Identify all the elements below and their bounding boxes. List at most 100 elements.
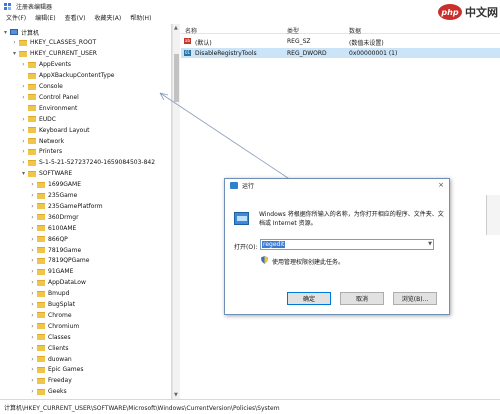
collapsed-arrow-icon[interactable]: › <box>20 148 27 155</box>
value-row[interactable]: ab (默认) REG_SZ (数值未设置) <box>181 36 500 47</box>
tree-item[interactable]: › Console <box>20 82 63 92</box>
tree-item-label: SOFTWARE <box>39 170 73 178</box>
tree-item[interactable]: ▾ 计算机 <box>2 27 39 37</box>
ok-button[interactable]: 确定 <box>287 292 331 305</box>
collapsed-arrow-icon[interactable]: › <box>29 301 36 308</box>
collapsed-arrow-icon[interactable]: › <box>29 312 36 319</box>
tree-item[interactable]: › 1699GAME <box>29 180 81 190</box>
column-type[interactable]: 类型 <box>287 26 299 35</box>
menu-item[interactable]: 帮助(H) <box>130 13 151 22</box>
expanded-arrow-icon[interactable]: ▾ <box>2 29 9 36</box>
open-input-value[interactable]: regedit <box>262 241 286 248</box>
collapsed-arrow-icon[interactable]: › <box>11 39 18 46</box>
tree-item[interactable]: Environment <box>20 103 77 113</box>
tree-item[interactable]: › 360Drmgr <box>29 212 78 222</box>
scroll-down-icon[interactable]: ▼ <box>174 392 178 398</box>
collapsed-arrow-icon[interactable]: › <box>29 279 36 286</box>
collapsed-arrow-icon[interactable]: › <box>20 138 27 145</box>
collapsed-arrow-icon[interactable]: › <box>20 94 27 101</box>
tree-item[interactable]: › Bmupd <box>29 289 69 299</box>
collapsed-arrow-icon[interactable]: › <box>29 247 36 254</box>
tree-item[interactable]: › Chrome <box>29 310 71 320</box>
tree-item[interactable]: › duowan <box>29 354 72 364</box>
tree-scrollbar[interactable]: ▲ ▼ <box>172 24 180 399</box>
value-type: REG_DWORD <box>287 50 327 57</box>
tree-item[interactable]: ▾ SOFTWARE <box>20 169 72 179</box>
collapsed-arrow-icon[interactable]: › <box>20 127 27 134</box>
collapsed-arrow-icon[interactable]: › <box>29 377 36 384</box>
tree-item[interactable]: › Printers <box>20 147 62 157</box>
expanded-arrow-icon[interactable]: ▾ <box>11 50 18 57</box>
tree-item[interactable]: › HKEY_CLASSES_ROOT <box>11 38 96 48</box>
background-window-edge <box>486 195 500 235</box>
collapsed-arrow-icon[interactable]: › <box>29 268 36 275</box>
tree-item[interactable]: ▾ HKEY_CURRENT_USER <box>11 49 97 59</box>
tree-item[interactable]: › Classes <box>29 332 71 342</box>
collapsed-arrow-icon[interactable]: › <box>20 83 27 90</box>
tree-item[interactable]: › Geeks <box>29 387 66 397</box>
menu-bar: 文件(F) 编辑(E) 查看(V) 收藏夹(A) 帮助(H) <box>0 12 500 23</box>
tree-item[interactable]: › Clients <box>29 343 68 353</box>
collapsed-arrow-icon[interactable]: › <box>29 214 36 221</box>
tree-item[interactable]: › 7819QPGame <box>29 256 89 266</box>
menu-item[interactable]: 收藏夹(A) <box>94 13 121 22</box>
tree-item[interactable]: › S-1-5-21-527237240-1659084503-842 <box>20 158 155 168</box>
menu-item[interactable]: 查看(V) <box>65 13 86 22</box>
collapsed-arrow-icon[interactable]: › <box>20 159 27 166</box>
column-name[interactable]: 名称 <box>185 26 197 35</box>
open-input[interactable]: regedit ▼ <box>260 239 434 250</box>
collapsed-arrow-icon[interactable]: › <box>20 116 27 123</box>
tree-item[interactable]: › 7819Game <box>29 245 81 255</box>
watermark-text: 中文网 <box>465 6 498 19</box>
collapsed-arrow-icon[interactable]: › <box>29 366 36 373</box>
collapsed-arrow-icon[interactable]: › <box>29 225 36 232</box>
collapsed-arrow-icon[interactable]: › <box>29 192 36 199</box>
tree-item[interactable]: › BugSplat <box>29 300 75 310</box>
column-data[interactable]: 数据 <box>349 26 361 35</box>
tree-item[interactable]: › Chromium <box>29 321 79 331</box>
tree-item[interactable]: › Control Panel <box>20 92 79 102</box>
tree-item[interactable]: › 866QP <box>29 234 68 244</box>
chevron-down-icon[interactable]: ▼ <box>428 241 432 247</box>
tree-item-label: Classes <box>48 333 71 341</box>
tree-item-label: Bmupd <box>48 290 70 298</box>
tree-item[interactable]: › Network <box>20 136 64 146</box>
collapsed-arrow-icon[interactable]: › <box>29 334 36 341</box>
collapsed-arrow-icon[interactable]: › <box>29 388 36 395</box>
tree-item[interactable]: › 235Game <box>29 191 77 201</box>
collapsed-arrow-icon[interactable]: › <box>29 345 36 352</box>
collapsed-arrow-icon[interactable]: › <box>29 203 36 210</box>
tree-item[interactable]: › EUDC <box>20 114 56 124</box>
tree-item[interactable]: › Epic Games <box>29 365 83 375</box>
tree-item[interactable]: › AppEvents <box>20 60 71 70</box>
cancel-button[interactable]: 取消 <box>340 292 384 305</box>
tree-item-label: duowan <box>48 355 72 363</box>
tree-item[interactable]: › AppDataLow <box>29 278 86 288</box>
tree-item[interactable]: › 91GAME <box>29 267 73 277</box>
tree-item-label: 235Game <box>48 192 78 199</box>
tree-item[interactable]: › Freeday <box>29 376 71 386</box>
close-icon[interactable]: × <box>438 181 444 189</box>
tree-item[interactable]: › 235GamePlatform <box>29 201 102 211</box>
collapsed-arrow-icon[interactable]: › <box>29 181 36 188</box>
registry-tree[interactable]: ▾ 计算机 › HKEY_CLASSES_ROOT ▾ HKEY_CURRENT_USER… <box>0 24 172 399</box>
scroll-up-icon[interactable]: ▲ <box>174 25 178 31</box>
tree-item[interactable]: › Keyboard Layout <box>20 125 89 135</box>
collapsed-arrow-icon[interactable]: › <box>20 61 27 68</box>
tree-item-label: 7819Game <box>48 246 82 254</box>
folder-icon <box>37 247 45 253</box>
tree-item[interactable]: AppXBackupContentType <box>20 71 114 81</box>
scrollbar-thumb[interactable] <box>174 54 179 102</box>
collapsed-arrow-icon[interactable]: › <box>29 356 36 363</box>
collapsed-arrow-icon[interactable]: › <box>29 290 36 297</box>
collapsed-arrow-icon[interactable]: › <box>29 323 36 330</box>
menu-item[interactable]: 编辑(E) <box>35 13 55 22</box>
menu-item[interactable]: 文件(F) <box>6 13 26 22</box>
browse-button[interactable]: 浏览(B)... <box>393 292 437 305</box>
collapsed-arrow-icon[interactable]: › <box>29 257 36 264</box>
collapsed-arrow-icon[interactable]: › <box>29 236 36 243</box>
value-row[interactable]: 01 DisableRegistryTools REG_DWORD 0x0000000… <box>181 48 500 58</box>
expanded-arrow-icon[interactable]: ▾ <box>20 170 27 177</box>
tree-item[interactable]: › 6100AME <box>29 223 76 233</box>
run-icon <box>230 182 238 189</box>
